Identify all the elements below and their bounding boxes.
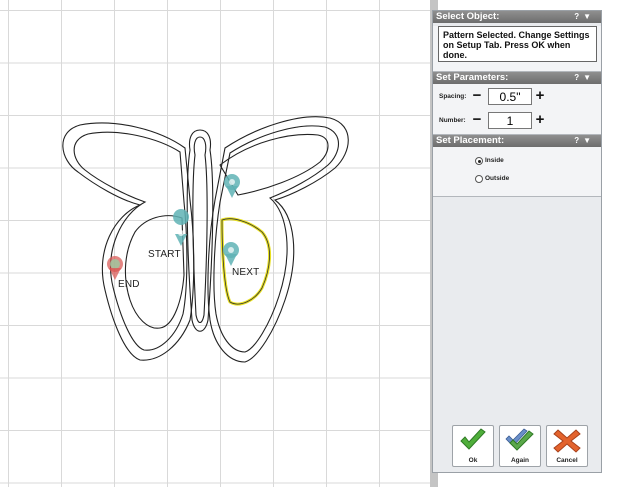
marker-next-label: NEXT: [232, 267, 260, 278]
again-label: Again: [510, 457, 530, 464]
ok-label: Ok: [468, 457, 478, 464]
set-parameters-section: Spacing: − 0.5" + Number: − 1 +: [433, 84, 601, 135]
set-placement-section: Inside Outside: [433, 147, 601, 197]
placement-outside-option[interactable]: Outside: [433, 171, 601, 189]
spacing-row: Spacing: − 0.5" +: [433, 86, 601, 108]
instruction-message: Pattern Selected. Change Settings on Set…: [438, 26, 597, 62]
collapse-icon[interactable]: ▼: [583, 12, 595, 21]
butterfly-pattern: [62, 116, 349, 363]
inside-radio[interactable]: [475, 157, 483, 165]
select-object-section: Pattern Selected. Change Settings on Set…: [433, 26, 601, 72]
select-object-header[interactable]: Select Object: ?▼: [433, 11, 601, 23]
marker-next-icon: [223, 242, 239, 266]
number-decrease-button[interactable]: −: [472, 112, 482, 128]
right-wing-outer: [207, 116, 349, 363]
spacing-decrease-button[interactable]: −: [472, 88, 482, 104]
marker-start-label: START: [148, 249, 181, 260]
number-increase-button[interactable]: +: [535, 112, 545, 128]
inside-label: Inside: [485, 157, 504, 164]
cross-icon: [553, 429, 581, 453]
set-parameters-title: Set Parameters:: [436, 72, 509, 83]
checkmark-icon: [460, 428, 486, 450]
help-icon[interactable]: ?: [574, 73, 583, 82]
ok-button[interactable]: Ok: [452, 425, 494, 467]
double-checkmark-icon: [505, 428, 534, 451]
set-placement-header[interactable]: Set Placement: ?▼: [433, 135, 601, 147]
left-lower-panel: [124, 215, 185, 329]
again-button[interactable]: Again: [499, 425, 541, 467]
collapse-icon[interactable]: ▼: [583, 136, 595, 145]
collapse-icon[interactable]: ▼: [583, 73, 595, 82]
spacing-increase-button[interactable]: +: [535, 88, 545, 104]
outside-radio[interactable]: [475, 175, 483, 183]
left-wing-outer: [62, 122, 195, 361]
cancel-label: Cancel: [556, 457, 578, 464]
settings-panel: Select Object: ?▼ Pattern Selected. Chan…: [432, 10, 602, 473]
help-icon[interactable]: ?: [574, 136, 583, 145]
number-input[interactable]: 1: [488, 112, 532, 129]
cancel-button[interactable]: Cancel: [546, 425, 588, 467]
spacing-input[interactable]: 0.5": [488, 88, 532, 105]
marker-end-icon: [107, 256, 123, 280]
butterfly-body-outer: [186, 129, 214, 332]
outside-label: Outside: [485, 175, 510, 182]
design-canvas[interactable]: START END NEXT: [0, 0, 430, 487]
spacing-label: Spacing:: [439, 93, 467, 100]
placement-inside-option[interactable]: Inside: [433, 153, 601, 171]
set-placement-title: Set Placement:: [436, 135, 505, 146]
marker-end-label: END: [118, 279, 140, 290]
number-label: Number:: [439, 117, 466, 124]
number-row: Number: − 1 +: [433, 110, 601, 132]
window-margin: [602, 0, 624, 487]
butterfly-body-inner: [192, 136, 208, 324]
help-icon[interactable]: ?: [574, 12, 583, 21]
select-object-title: Select Object:: [436, 11, 500, 22]
right-wing-inner: [213, 125, 340, 353]
set-parameters-header[interactable]: Set Parameters: ?▼: [433, 72, 601, 84]
